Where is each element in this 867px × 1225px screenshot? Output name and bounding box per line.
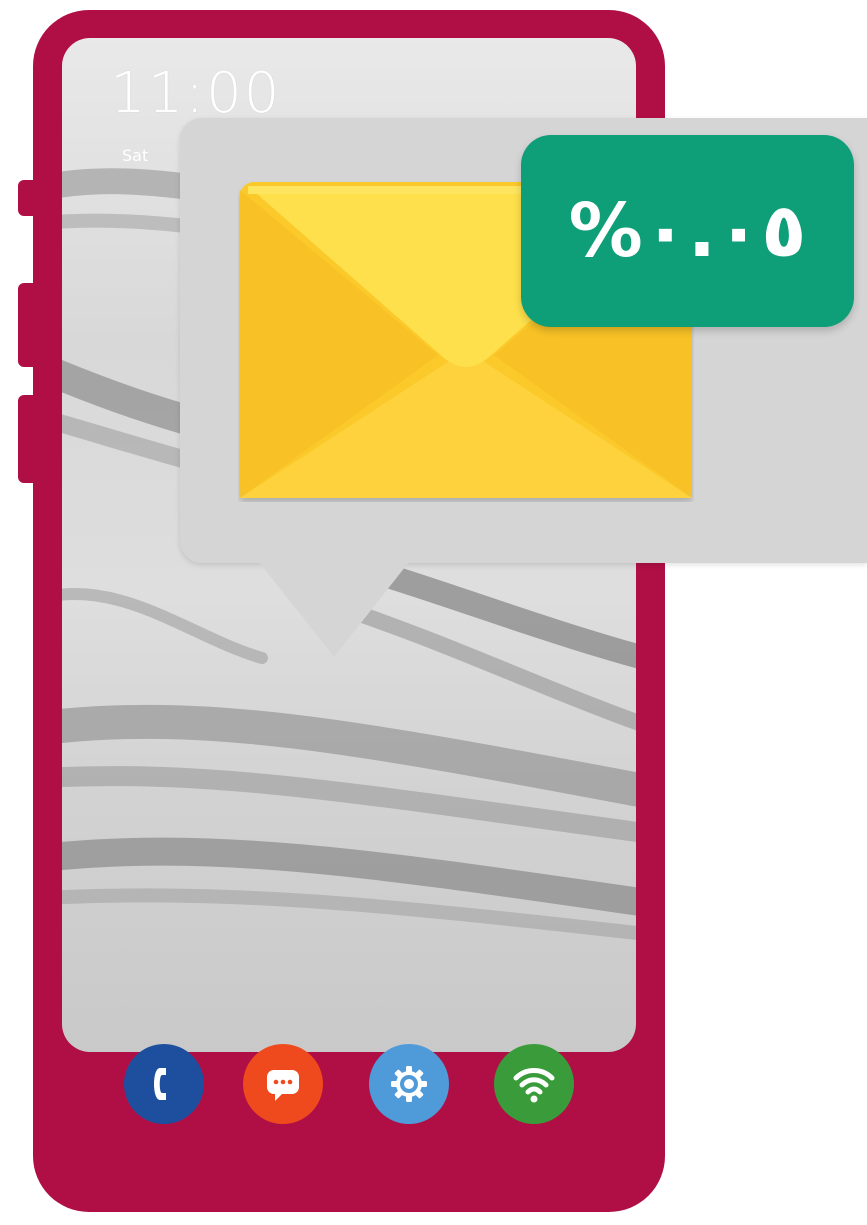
wifi-icon	[513, 1068, 555, 1103]
lock-screen-day: Sat	[122, 146, 149, 165]
settings-icon	[391, 1066, 427, 1102]
messages-app-icon[interactable]	[243, 1044, 323, 1124]
settings-app-icon[interactable]	[369, 1044, 449, 1124]
rate-badge-text: %٠.٠٥	[568, 188, 807, 274]
rate-badge: %٠.٠٥	[521, 135, 854, 327]
wifi-app-icon[interactable]	[494, 1044, 574, 1124]
phone-icon	[154, 1068, 166, 1100]
illustration: 11:00 Sat %٠.٠٥	[0, 0, 867, 1225]
phone-app-icon[interactable]	[124, 1044, 204, 1124]
notification-bubble-tail	[259, 562, 409, 657]
message-icon	[267, 1070, 299, 1101]
lock-screen-time: 11:00	[110, 61, 282, 126]
